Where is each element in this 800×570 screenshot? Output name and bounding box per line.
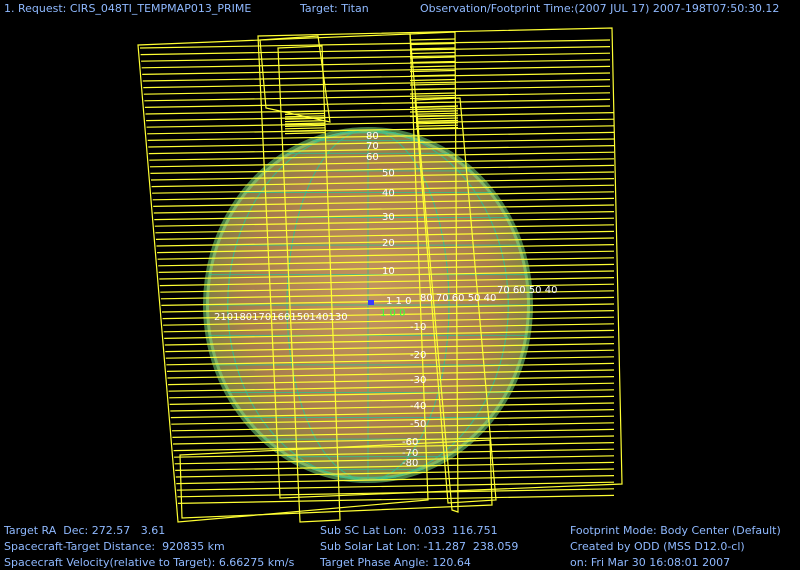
footprint-scan-row (141, 52, 611, 62)
created-on: on: Fri Mar 30 16:08:01 2007 (570, 556, 731, 569)
footprint-scan-row (415, 124, 459, 127)
footprint-scan-row (415, 112, 459, 115)
target-name: Target: Titan (300, 2, 369, 15)
latitude-label: 70 (366, 141, 379, 152)
footprint-scan-row (409, 65, 456, 68)
latitude-label: -50 (410, 419, 426, 430)
latitude-label: -20 (410, 350, 426, 361)
latitude-label: -40 (410, 401, 426, 412)
longitude-label: 80 70 60 50 40 (420, 293, 496, 304)
request-name: 1. Request: CIRS_048TI_TEMPMAP013_PRIME (4, 2, 252, 15)
latitude-label: -80 (402, 458, 418, 469)
sub-sc-lat-lon: Sub SC Lat Lon: 0.033 116.751 (320, 524, 498, 537)
longitude-label: 1 0 0 (380, 308, 405, 319)
footprint-scan-row (409, 92, 456, 95)
footprint-scan-row (177, 494, 615, 504)
footprint-scan-row (409, 56, 456, 59)
longitude-label: 210180170160150140130 (214, 312, 348, 323)
footprint-scan-row (409, 51, 456, 55)
spacecraft-velocity: Spacecraft Velocity(relative to Target):… (4, 556, 295, 569)
footprint-scan-row (409, 83, 456, 86)
footprint-scan-row (141, 59, 611, 69)
longitude-label: 1 1 0 (386, 296, 411, 307)
footprint-scan-row (284, 115, 326, 118)
footprint-plot: 8070605040302010-10-20-30-40-50-60-70-80… (137, 27, 623, 523)
footprint-scan-row (144, 92, 611, 102)
sub-spacecraft-marker (368, 300, 374, 305)
target-ra-dec: Target RA Dec: 272.57 3.61 (4, 524, 166, 537)
footprint-scan-row (146, 118, 615, 128)
latitude-label: 10 (382, 266, 395, 277)
footprint-mode: Footprint Mode: Body Center (Default) (570, 524, 781, 537)
footprint-scan-row (284, 120, 326, 123)
footprint-scan-row (177, 488, 615, 498)
target-phase-angle: Target Phase Angle: 120.64 (320, 556, 471, 569)
longitude-label: 70 60 50 40 (497, 285, 557, 296)
footprint-scan-row (142, 65, 611, 75)
footprint-scan-row (145, 105, 611, 115)
footprint-scan-row (146, 112, 615, 122)
footprint-scan-row (140, 46, 611, 56)
footprint-scan-row (409, 38, 456, 41)
latitude-label: 50 (382, 168, 395, 179)
latitude-label: 60 (366, 152, 379, 163)
footprint-scan-row (284, 132, 326, 135)
footprint-scan-row (142, 72, 611, 82)
spacecraft-target-distance: Spacecraft-Target Distance: 920835 km (4, 540, 225, 553)
footprint-scan-row (176, 481, 615, 491)
latitude-label: 30 (382, 212, 395, 223)
footprint-scan-row (143, 85, 611, 95)
footprint-scan-row (284, 124, 326, 127)
footprint-scan-row (409, 69, 456, 73)
created-by: Created by ODD (MSS D12.0-cl) (570, 540, 745, 553)
footprint-scan-row (415, 119, 459, 122)
latitude-label: -30 (410, 375, 426, 386)
footprint-scan-row (284, 127, 326, 130)
latitude-label: -10 (410, 322, 426, 333)
latitude-label: -60 (402, 437, 418, 448)
latitude-label: 40 (382, 188, 395, 199)
footprint-scan-row (415, 117, 459, 120)
observation-time: Observation/Footprint Time:(2007 JUL 17)… (420, 2, 780, 15)
footprint-scan-row (143, 79, 611, 89)
latitude-label: 20 (382, 238, 395, 249)
footprint-scan-row (409, 78, 456, 82)
footprint-scan-row (144, 98, 611, 108)
sub-solar-lat-lon: Sub Solar Lat Lon: -11.287 238.059 (320, 540, 519, 553)
footprint-scan-row (139, 39, 611, 49)
